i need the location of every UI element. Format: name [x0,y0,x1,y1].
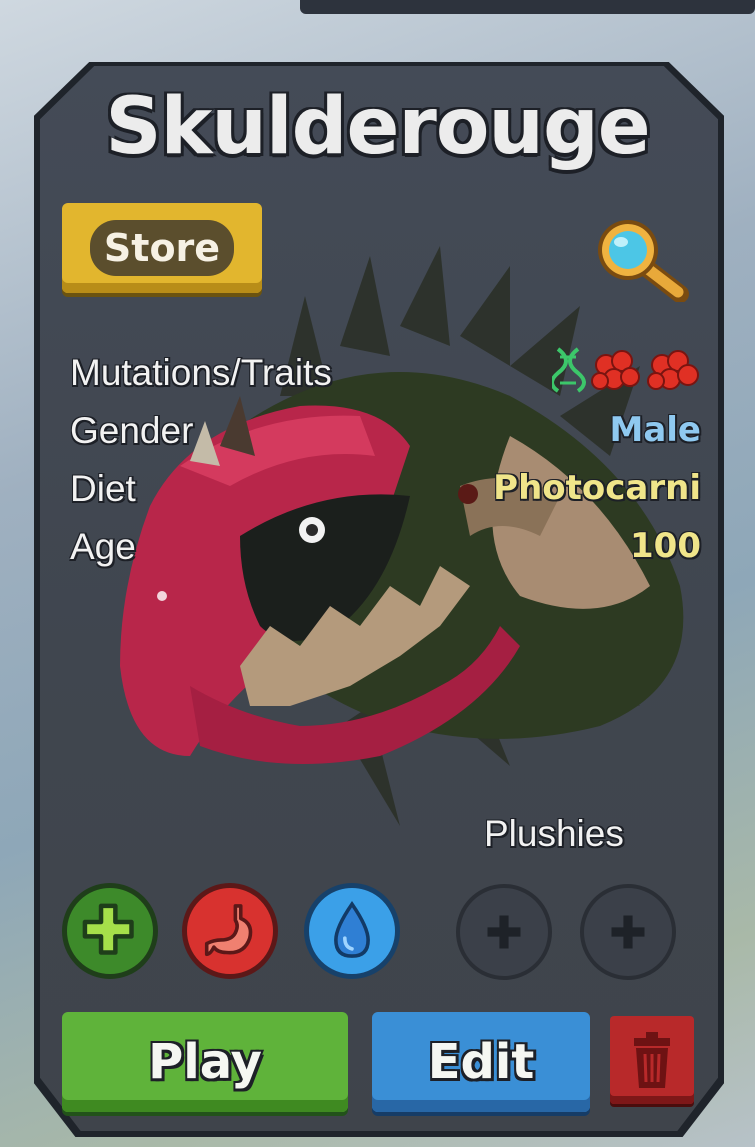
plushies-label: Plushies [484,813,624,854]
delete-button[interactable] [610,1016,694,1104]
store-button[interactable]: Store [62,203,262,293]
creature-name: Skulderouge [105,82,650,172]
plushie-slot-1[interactable] [456,884,552,980]
edit-button-label: Edit [427,1034,535,1090]
store-button-label: Store [89,220,235,276]
water-drop-icon [334,900,370,958]
mutations-traits-label: Mutations/Traits [70,352,332,393]
plus-icon [82,903,134,955]
age-value: 100 [630,526,701,566]
edit-button[interactable]: Edit [372,1012,590,1112]
gender-label: Gender [70,410,194,451]
thirst-button[interactable] [304,883,400,979]
stomach-icon [204,904,253,957]
age-label: Age [70,526,136,567]
trash-icon [634,1032,670,1088]
traits-icons [552,347,699,393]
red-cluster-icon [591,350,640,390]
plus-icon [611,915,645,949]
dna-icon [552,347,586,393]
play-button-label: Play [148,1034,262,1090]
magnifying-glass-icon[interactable] [592,218,692,302]
plushie-slot-2[interactable] [580,884,676,980]
diet-value: Photocarni [493,468,701,508]
health-button[interactable] [62,883,158,979]
gender-value: Male [609,410,702,450]
play-button[interactable]: Play [62,1012,348,1112]
background-panel-edge [300,0,755,14]
plus-icon [487,915,521,949]
diet-label: Diet [70,468,136,509]
red-cluster-icon [647,350,699,390]
hunger-button[interactable] [182,883,278,979]
